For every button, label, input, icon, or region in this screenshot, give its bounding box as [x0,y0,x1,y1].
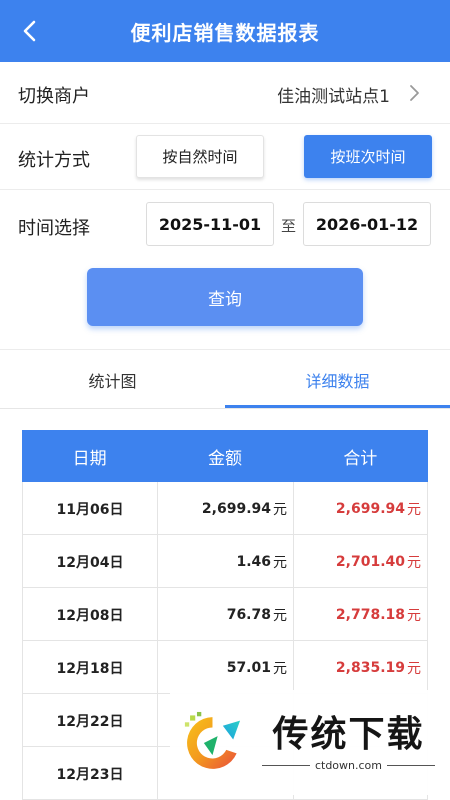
unit-label: 元 [407,660,421,677]
row-total: 2,778.18 元 [293,588,428,641]
watermark-text: 传统下载 ctdown.com [257,713,440,772]
unit-label: 元 [407,607,421,624]
row-date: 12月22日 [22,694,157,747]
row-date: 12月08日 [22,588,157,641]
time-select-row: 时间选择 2025-11-01 至 2026-01-12 查询 [0,190,450,350]
watermark-brand: 传统下载 [272,714,425,755]
row-amount: 57.01 元 [157,641,293,694]
row-amount: 76.78 元 [157,588,293,641]
unit-label: 元 [273,660,287,677]
time-select-label: 时间选择 [18,218,90,239]
unit-label: 元 [273,607,287,624]
switch-merchant-label: 切换商户 [18,86,90,107]
unit-label: 元 [407,501,421,518]
natural-time-button[interactable]: 按自然时间 [136,135,264,178]
unit-label: 元 [407,554,421,571]
watermark-domain: ctdown.com [314,759,382,772]
chevron-right-icon [410,85,419,101]
ctdown-logo-icon [184,711,241,769]
start-date-field[interactable]: 2025-11-01 [146,202,274,246]
active-tab-indicator [225,405,450,408]
row-date: 12月18日 [22,641,157,694]
shift-time-button[interactable]: 按班次时间 [304,135,432,178]
table-row[interactable]: 12月08日 76.78 元 2,778.18 元 [22,588,428,641]
table-row[interactable]: 11月06日 2,699.94 元 2,699.94 元 [22,482,428,535]
table-row[interactable]: 12月18日 57.01 元 2,835.19 元 [22,641,428,694]
row-amount: 2,699.94 元 [157,482,293,535]
column-header-date: 日期 [72,448,107,469]
row-total: 2,835.19 元 [293,641,428,694]
stat-mode-row: 统计方式 按自然时间 按班次时间 [0,124,450,190]
chevron-left-icon [23,20,36,42]
column-header-total: 合计 [343,448,378,469]
query-button[interactable]: 查询 [87,268,363,326]
table-header: 日期 金额 合计 [22,430,428,482]
tab-chart[interactable]: 统计图 [0,351,225,409]
column-header-amount: 金额 [207,448,242,469]
row-date: 11月06日 [22,482,157,535]
end-date-field[interactable]: 2026-01-12 [303,202,431,246]
merchant-name: 佳油测试站点1 [277,87,390,107]
tab-bar: 统计图 详细数据 [0,351,450,409]
back-button[interactable] [14,15,46,47]
watermark: 传统下载 ctdown.com [170,690,440,795]
row-total: 2,699.94 元 [293,482,428,535]
unit-label: 元 [273,554,287,571]
row-date: 12月23日 [22,747,157,800]
table-row[interactable]: 12月04日 1.46 元 2,701.40 元 [22,535,428,588]
unit-label: 元 [273,501,287,518]
date-separator: 至 [281,217,297,235]
switch-merchant-row[interactable]: 切换商户 佳油测试站点1 [0,62,450,124]
watermark-domain-row: ctdown.com [257,759,440,772]
stat-mode-label: 统计方式 [18,150,90,171]
row-total: 2,701.40 元 [293,535,428,588]
page-title: 便利店销售数据报表 [130,20,320,45]
nav-bar: 便利店销售数据报表 [0,0,450,62]
row-date: 12月04日 [22,535,157,588]
tab-detail-data[interactable]: 详细数据 [225,351,450,409]
row-amount: 1.46 元 [157,535,293,588]
